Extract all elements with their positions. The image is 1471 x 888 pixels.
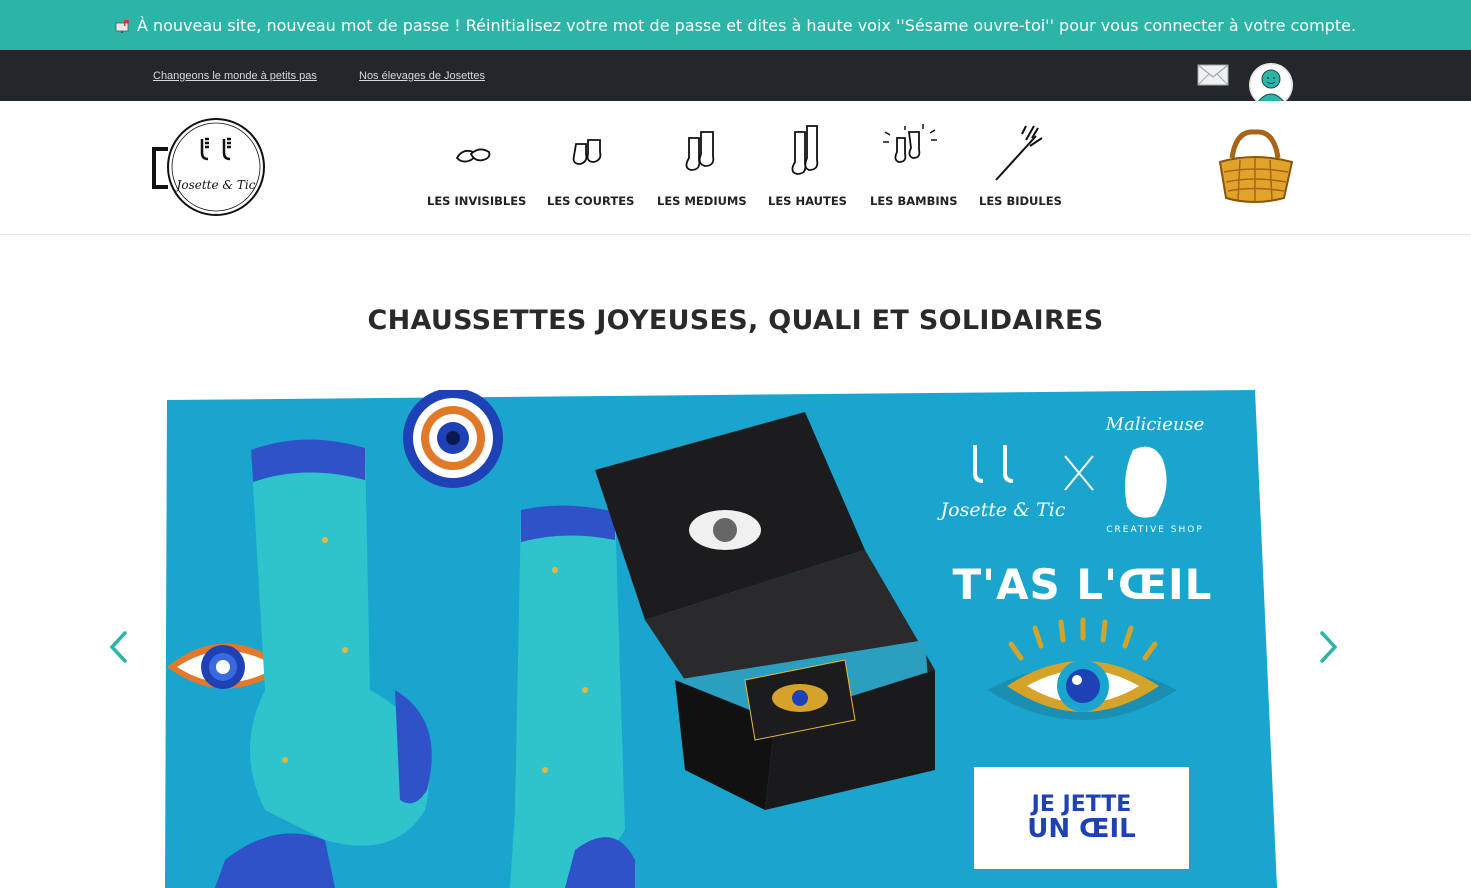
nav-les-bidules[interactable]: LES BIDULES — [979, 120, 1062, 208]
nav-les-hautes[interactable]: LES HAUTES — [768, 120, 847, 208]
short-socks-icon — [572, 139, 602, 165]
gadgets-icon — [995, 125, 1043, 181]
sock-right — [510, 505, 635, 888]
page-title: CHAUSSETTES JOYEUSES, QUALI ET SOLIDAIRE… — [367, 305, 1104, 336]
nav-les-mediums[interactable]: LES MEDIUMS — [657, 120, 747, 208]
brand-left-text: Josette & Tic — [937, 499, 1066, 521]
invisible-socks-icon — [455, 148, 491, 163]
high-socks-icon — [791, 125, 819, 175]
cta-button-je-jette-un-oeil[interactable]: JE JETTE UN ŒIL — [974, 767, 1189, 869]
chevron-right-icon[interactable] — [1318, 630, 1340, 664]
nav-les-bambins[interactable]: LES BAMBINS — [870, 120, 958, 208]
mailbox-icon — [115, 20, 129, 33]
cta-line-2: UN ŒIL — [1027, 813, 1136, 844]
brand-right-text: Malicieuse — [1105, 414, 1205, 435]
cta-line-1: JE JETTE — [1031, 791, 1132, 817]
envelope-icon[interactable] — [1197, 63, 1229, 87]
announcement-bar: À nouveau site, nouveau mot de passe ! R… — [0, 0, 1471, 50]
kids-socks-icon — [883, 124, 937, 163]
banner-headline: T'AS L'ŒIL — [952, 560, 1213, 609]
nav-les-courtes[interactable]: LES COURTES — [547, 120, 634, 208]
link-changeons-le-monde[interactable]: Changeons le monde à petits pas — [153, 70, 317, 82]
link-nos-elevages[interactable]: Nos élevages de Josettes — [359, 70, 485, 82]
site-logo[interactable]: Josette & Tic — [152, 117, 268, 219]
brand-right-subtext: CREATIVE SHOP — [1106, 525, 1204, 535]
nav-les-invisibles[interactable]: LES INVISIBLES — [427, 120, 526, 208]
announcement-text: À nouveau site, nouveau mot de passe ! R… — [136, 15, 1357, 35]
chevron-left-icon[interactable] — [107, 630, 129, 664]
medium-socks-icon — [685, 131, 715, 171]
eye-medallion-decoration — [403, 390, 503, 488]
logo-text: Josette & Tic — [174, 178, 256, 192]
basket-icon[interactable] — [1214, 128, 1296, 206]
